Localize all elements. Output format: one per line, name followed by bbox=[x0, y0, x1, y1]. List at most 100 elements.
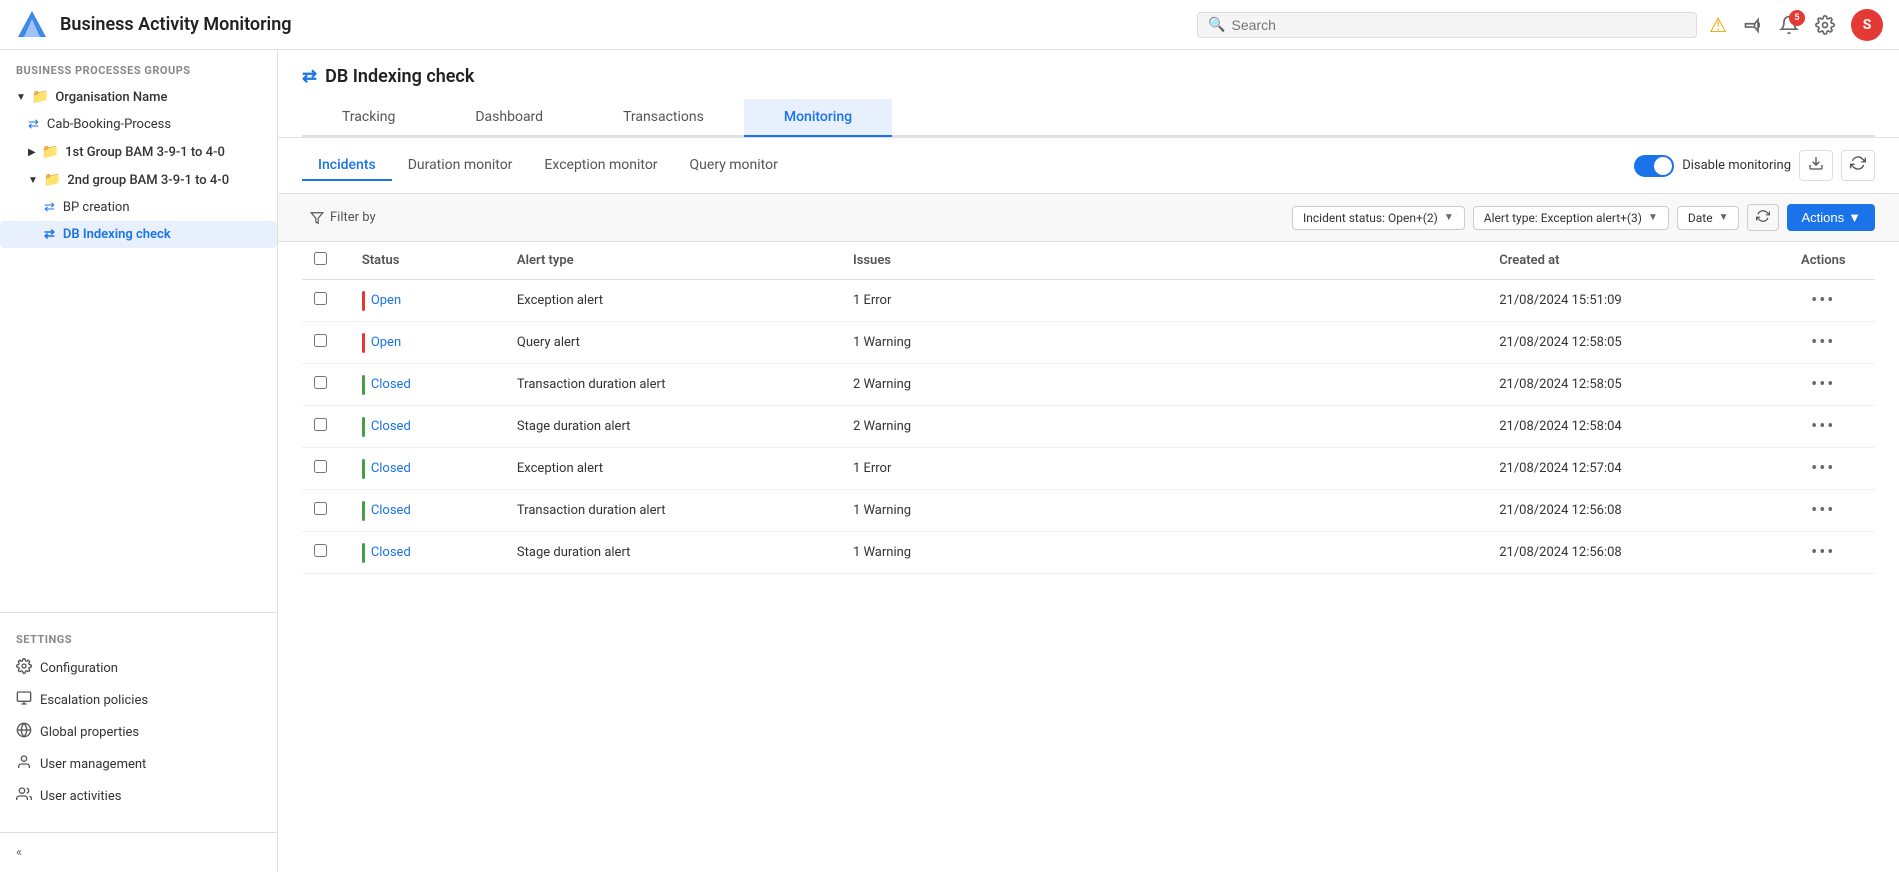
group2-label: 2nd group BAM 3-9-1 to 4-0 bbox=[67, 173, 229, 188]
refresh-btn-toolbar[interactable] bbox=[1747, 204, 1779, 231]
chevron-down-icon: ▼ bbox=[16, 92, 26, 103]
sidebar-group-1[interactable]: ▶ 📁 1st Group BAM 3-9-1 to 4-0 bbox=[0, 138, 277, 166]
top-nav: Business Activity Monitoring 🔍 ⚠ 5 S bbox=[0, 0, 1899, 50]
row-checkbox-6[interactable] bbox=[314, 544, 327, 557]
sidebar-item-cab-booking[interactable]: ⇄ Cab-Booking-Process bbox=[0, 111, 277, 138]
status-cell-2: Closed bbox=[362, 375, 493, 395]
sub-tab-duration[interactable]: Duration monitor bbox=[392, 151, 529, 181]
row-actions-btn-4[interactable]: ••• bbox=[1811, 458, 1835, 479]
status-link-1[interactable]: Open bbox=[371, 335, 401, 350]
page-title: ⇄ DB Indexing check bbox=[302, 66, 1875, 87]
warning-icon[interactable]: ⚠ bbox=[1709, 13, 1727, 37]
sidebar-item-user-mgmt[interactable]: User management bbox=[0, 748, 277, 780]
status-link-0[interactable]: Open bbox=[371, 293, 401, 308]
sidebar-item-db-indexing[interactable]: ⇄ DB Indexing check bbox=[0, 221, 277, 248]
issues-cell-6: 1 Warning bbox=[841, 532, 1487, 574]
actions-btn[interactable]: Actions ▼ bbox=[1787, 204, 1875, 231]
user-activities-icon bbox=[16, 786, 32, 806]
search-box[interactable]: 🔍 bbox=[1197, 12, 1697, 38]
sidebar-item-configuration[interactable]: Configuration bbox=[0, 652, 277, 684]
global-icon bbox=[16, 722, 32, 742]
sidebar-org[interactable]: ▼ 📁 Organisation Name bbox=[0, 83, 277, 111]
tab-monitoring[interactable]: Monitoring bbox=[744, 99, 892, 137]
row-checkbox-0[interactable] bbox=[314, 292, 327, 305]
content-area: ⇄ DB Indexing check Tracking Dashboard T… bbox=[278, 50, 1899, 872]
page-title-text: DB Indexing check bbox=[325, 66, 474, 87]
chevron-down-icon-2: ▼ bbox=[28, 175, 38, 186]
status-link-3[interactable]: Closed bbox=[371, 419, 411, 434]
status-link-4[interactable]: Closed bbox=[371, 461, 411, 476]
row-actions-btn-2[interactable]: ••• bbox=[1811, 374, 1835, 395]
avatar[interactable]: S bbox=[1851, 9, 1883, 41]
download-btn[interactable] bbox=[1799, 150, 1833, 181]
row-actions-btn-3[interactable]: ••• bbox=[1811, 416, 1835, 437]
alert-filter-chip[interactable]: Alert type: Exception alert+(3) ▼ bbox=[1473, 206, 1669, 230]
row-checkbox-5[interactable] bbox=[314, 502, 327, 515]
status-filter-chevron: ▼ bbox=[1444, 212, 1454, 223]
config-label: Configuration bbox=[40, 661, 118, 676]
toggle-label: Disable monitoring bbox=[1682, 158, 1791, 173]
status-link-6[interactable]: Closed bbox=[371, 545, 411, 560]
sidebar-item-escalation[interactable]: Escalation policies bbox=[0, 684, 277, 716]
status-cell-6: Closed bbox=[362, 543, 493, 563]
status-bar-5 bbox=[362, 501, 365, 521]
disable-monitoring-toggle[interactable] bbox=[1634, 155, 1674, 177]
user-mgmt-label: User management bbox=[40, 757, 146, 772]
row-checkbox-1[interactable] bbox=[314, 334, 327, 347]
row-actions-btn-5[interactable]: ••• bbox=[1811, 500, 1835, 521]
group1-label: 1st Group BAM 3-9-1 to 4-0 bbox=[65, 145, 225, 160]
tab-dashboard[interactable]: Dashboard bbox=[435, 99, 583, 137]
global-label: Global properties bbox=[40, 725, 139, 740]
sub-tab-bar: Incidents Duration monitor Exception mon… bbox=[278, 138, 1899, 194]
row-actions-btn-1[interactable]: ••• bbox=[1811, 332, 1835, 353]
sidebar-item-label: Cab-Booking-Process bbox=[47, 117, 171, 132]
sidebar-group-2[interactable]: ▼ 📁 2nd group BAM 3-9-1 to 4-0 bbox=[0, 166, 277, 194]
status-bar-3 bbox=[362, 417, 365, 437]
sub-tab-exception[interactable]: Exception monitor bbox=[528, 151, 673, 181]
alert-type-cell-0: Exception alert bbox=[505, 280, 841, 322]
page-title-icon: ⇄ bbox=[302, 66, 317, 87]
refresh-btn-top[interactable] bbox=[1841, 150, 1875, 181]
folder-icon-2: 📁 bbox=[44, 172, 61, 188]
content-header: ⇄ DB Indexing check Tracking Dashboard T… bbox=[278, 50, 1899, 138]
row-checkbox-3[interactable] bbox=[314, 418, 327, 431]
table-row: Closed Stage duration alert 1 Warning 21… bbox=[302, 532, 1875, 574]
status-link-5[interactable]: Closed bbox=[371, 503, 411, 518]
nav-icons: ⚠ 5 S bbox=[1709, 9, 1883, 41]
status-filter-chip[interactable]: Incident status: Open+(2) ▼ bbox=[1292, 206, 1465, 230]
sidebar-item-user-activities[interactable]: User activities bbox=[0, 780, 277, 812]
alert-type-cell-4: Exception alert bbox=[505, 448, 841, 490]
row-actions-btn-6[interactable]: ••• bbox=[1811, 542, 1835, 563]
row-actions-btn-0[interactable]: ••• bbox=[1811, 290, 1835, 311]
gear-icon[interactable] bbox=[1815, 15, 1835, 35]
chevron-right-icon: ▶ bbox=[28, 147, 36, 158]
issues-cell-3: 2 Warning bbox=[841, 406, 1487, 448]
actions-chevron: ▼ bbox=[1848, 210, 1861, 225]
alert-type-cell-6: Stage duration alert bbox=[505, 532, 841, 574]
search-input[interactable] bbox=[1232, 17, 1687, 33]
user-mgmt-icon bbox=[16, 754, 32, 774]
date-filter-chip[interactable]: Date ▼ bbox=[1677, 206, 1740, 230]
sub-tab-query[interactable]: Query monitor bbox=[674, 151, 794, 181]
tab-tracking[interactable]: Tracking bbox=[302, 99, 435, 137]
incidents-toolbar: Filter by Incident status: Open+(2) ▼ Al… bbox=[278, 194, 1899, 242]
tab-transactions[interactable]: Transactions bbox=[583, 99, 744, 137]
bell-icon[interactable]: 5 bbox=[1779, 15, 1799, 35]
sidebar-collapse-btn[interactable]: « bbox=[0, 832, 277, 872]
table-row: Open Query alert 1 Warning 21/08/2024 12… bbox=[302, 322, 1875, 364]
select-all-checkbox[interactable] bbox=[314, 252, 327, 265]
row-checkbox-2[interactable] bbox=[314, 376, 327, 389]
megaphone-icon[interactable] bbox=[1743, 15, 1763, 35]
alert-filter-chevron: ▼ bbox=[1648, 212, 1658, 223]
toggle-knob bbox=[1654, 157, 1672, 175]
filter-by-btn[interactable]: Filter by bbox=[302, 206, 384, 229]
sub-tab-incidents[interactable]: Incidents bbox=[302, 151, 392, 181]
created-at-cell-4: 21/08/2024 12:57:04 bbox=[1487, 448, 1771, 490]
sidebar-item-bp-creation[interactable]: ⇄ BP creation bbox=[0, 194, 277, 221]
row-checkbox-4[interactable] bbox=[314, 460, 327, 473]
created-at-cell-3: 21/08/2024 12:58:04 bbox=[1487, 406, 1771, 448]
status-link-2[interactable]: Closed bbox=[371, 377, 411, 392]
sidebar-item-global[interactable]: Global properties bbox=[0, 716, 277, 748]
folder-icon-1: 📁 bbox=[42, 144, 59, 160]
status-cell-4: Closed bbox=[362, 459, 493, 479]
